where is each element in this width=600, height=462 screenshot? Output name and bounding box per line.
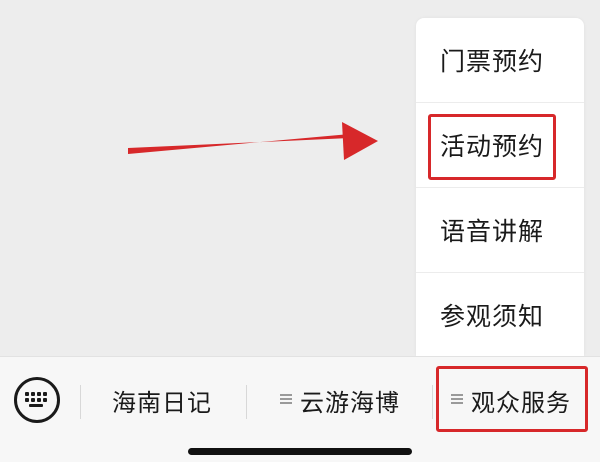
menu-item-label: 活动预约 <box>440 132 545 161</box>
menu-item-activity-reservation[interactable]: 活动预约 <box>416 103 584 187</box>
keyboard-icon <box>25 392 47 407</box>
menu-lines-icon <box>280 392 292 406</box>
service-popup-menu: 门票预约 活动预约 语音讲解 参观须知 <box>416 18 584 356</box>
menu-item-label: 语音讲解 <box>440 217 545 246</box>
tab-hainan-diary[interactable]: 海南日记 <box>82 357 242 443</box>
bottom-menu-bar: 海南日记 云游海博 观众服务 <box>0 356 600 462</box>
tab-label: 云游海博 <box>300 388 400 417</box>
arrow-shaft <box>128 134 350 154</box>
tab-divider <box>432 385 433 419</box>
home-indicator <box>188 448 412 455</box>
keyboard-button[interactable] <box>14 377 60 423</box>
wechat-chat-screen: 门票预约 活动预约 语音讲解 参观须知 海南日记 云游海博 观众服务 <box>0 0 600 462</box>
menu-item-audio-guide[interactable]: 语音讲解 <box>416 188 584 272</box>
tab-label: 海南日记 <box>112 388 212 417</box>
tab-divider <box>80 385 81 419</box>
tab-cloud-tour[interactable]: 云游海博 <box>250 357 430 443</box>
menu-item-visit-notice[interactable]: 参观须知 <box>416 273 584 357</box>
tab-divider <box>246 385 247 419</box>
menu-item-label: 参观须知 <box>440 302 545 331</box>
tab-label: 观众服务 <box>471 388 571 417</box>
arrow-head <box>342 122 378 160</box>
menu-item-ticket-reservation[interactable]: 门票预约 <box>416 18 584 102</box>
menu-lines-icon <box>451 392 463 406</box>
menu-item-label: 门票预约 <box>440 47 545 76</box>
tab-visitor-services[interactable]: 观众服务 <box>436 357 586 443</box>
